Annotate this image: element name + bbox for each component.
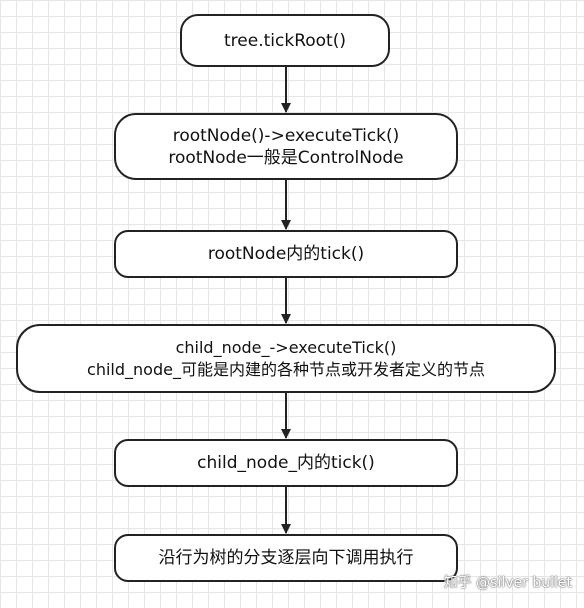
node-label: rootNode一般是ControlNode xyxy=(168,147,404,168)
watermark: 知乎 @silver bullet xyxy=(443,575,572,591)
node-label: child_node_->executeTick() xyxy=(175,337,397,357)
node-label: rootNode内的tick() xyxy=(207,244,365,264)
node-label: 沿行为树的分支逐层向下调用执行 xyxy=(158,548,414,568)
flow-node-child-tick: child_node_内的tick() xyxy=(114,439,458,487)
flow-node-root-execute-tick: rootNode()->executeTick() rootNode一般是Con… xyxy=(114,113,458,180)
flow-node-tick-root: tree.tickRoot() xyxy=(180,14,390,67)
flow-node-child-execute-tick: child_node_->executeTick() child_node_可能… xyxy=(16,324,556,393)
node-label: rootNode()->executeTick() xyxy=(172,125,400,146)
node-label: child_node_内的tick() xyxy=(197,453,375,473)
node-label: tree.tickRoot() xyxy=(224,30,346,51)
flow-node-descend-branches: 沿行为树的分支逐层向下调用执行 xyxy=(114,534,458,582)
node-label: child_node_可能是内建的各种节点或开发者定义的节点 xyxy=(87,359,485,379)
flow-connectors xyxy=(281,67,291,534)
flow-node-root-tick: rootNode内的tick() xyxy=(114,230,458,278)
